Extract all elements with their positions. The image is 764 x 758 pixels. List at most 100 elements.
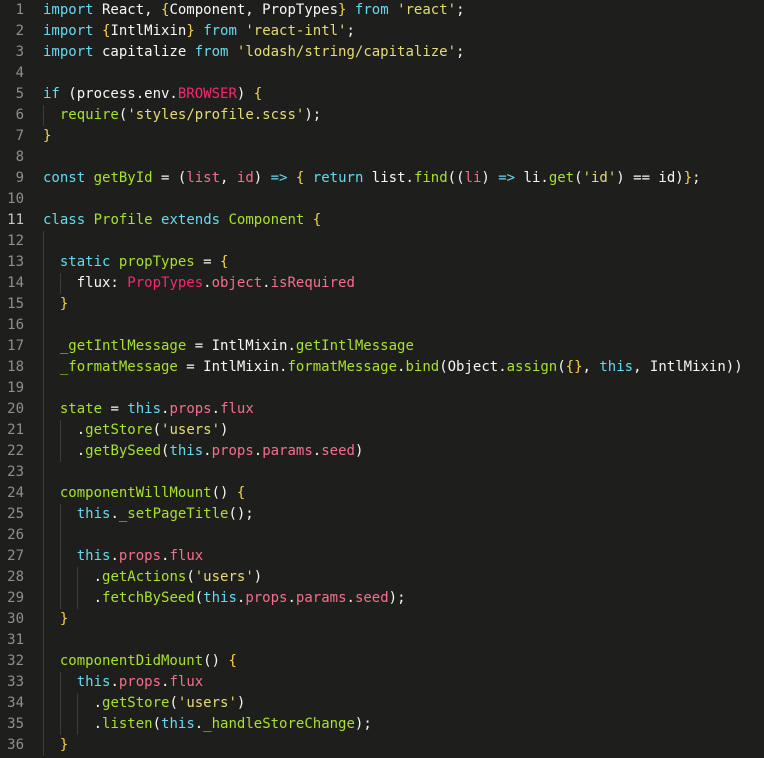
- code-token: if: [43, 86, 60, 102]
- code-token: .: [43, 569, 103, 585]
- code-line[interactable]: 22 .getBySeed(this.props.params.seed): [0, 441, 764, 462]
- code-line[interactable]: 16: [0, 315, 764, 336]
- code-token: (: [194, 590, 204, 606]
- code-line[interactable]: 1 import React, {Component, PropTypes} fr…: [0, 0, 764, 21]
- code-token: this: [76, 548, 111, 564]
- code-token: ;: [692, 170, 701, 186]
- code-line[interactable]: 17 _getIntlMessage = IntlMixin.getIntlMe…: [0, 336, 764, 357]
- line-number: 36: [7, 737, 24, 753]
- line-number: 12: [7, 233, 24, 249]
- code-token: this: [169, 443, 204, 459]
- code-text: require('styles/profile.scss');: [43, 105, 321, 126]
- code-token: (: [152, 716, 162, 732]
- code-line[interactable]: 31: [0, 630, 764, 651]
- code-line[interactable]: 12: [0, 231, 764, 252]
- line-number: 21: [7, 422, 24, 438]
- code-line[interactable]: 8: [0, 147, 764, 168]
- line-number: 27: [7, 548, 24, 564]
- code-token: {: [312, 212, 322, 228]
- code-token: =>: [270, 170, 288, 186]
- code-token: ,: [220, 170, 237, 186]
- code-line[interactable]: 36 }: [0, 735, 764, 756]
- code-token: from: [203, 23, 237, 39]
- code-text: componentDidMount() {: [43, 651, 237, 672]
- code-token: {: [228, 653, 237, 669]
- code-line[interactable]: 10: [0, 189, 764, 210]
- code-token: , IntlMixin)): [633, 359, 743, 375]
- code-token: IntlMixin: [110, 23, 187, 39]
- code-editor[interactable]: 1 import React, {Component, PropTypes} fr…: [0, 0, 764, 758]
- code-text: }: [43, 609, 68, 630]
- code-text: import {IntlMixin} from 'react-intl';: [43, 21, 355, 42]
- code-line[interactable]: 21 .getStore('users'): [0, 420, 764, 441]
- code-line[interactable]: 5 if (process.env.BROWSER) {: [0, 84, 764, 105]
- code-line[interactable]: 15 }: [0, 294, 764, 315]
- code-token: .: [43, 590, 103, 606]
- code-line[interactable]: 4: [0, 63, 764, 84]
- code-token: componentWillMount: [59, 485, 212, 501]
- code-text: .getActions('users'): [43, 567, 263, 588]
- line-number: 15: [7, 296, 24, 312]
- code-line[interactable]: 32 componentDidMount() {: [0, 651, 764, 672]
- code-token: ): [253, 170, 271, 186]
- code-text: }: [43, 735, 68, 756]
- code-line[interactable]: 26: [0, 525, 764, 546]
- code-token: this: [127, 401, 162, 417]
- code-line[interactable]: 23: [0, 462, 764, 483]
- code-token: {}: [565, 359, 583, 375]
- code-line[interactable]: 20 state = this.props.flux: [0, 399, 764, 420]
- line-number: 20: [7, 401, 24, 417]
- code-line[interactable]: 29 .fetchBySeed(this.props.params.seed);: [0, 588, 764, 609]
- code-token: =: [194, 254, 221, 270]
- code-line[interactable]: 3 import capitalize from 'lodash/string/c…: [0, 42, 764, 63]
- line-number: 31: [7, 632, 24, 648]
- code-line[interactable]: 18 _formatMessage = IntlMixin.formatMess…: [0, 357, 764, 378]
- code-line[interactable]: 11 class Profile extends Component {: [0, 210, 764, 231]
- code-token: ;: [456, 44, 465, 60]
- code-token: (: [557, 359, 566, 375]
- code-text: .getStore('users'): [43, 420, 229, 441]
- line-number: 13: [7, 254, 24, 270]
- code-line[interactable]: 35 .listen(this._handleStoreChange);: [0, 714, 764, 735]
- code-token: getBySeed: [85, 443, 162, 459]
- code-token: static: [59, 254, 111, 270]
- code-token: .: [43, 422, 86, 438]
- code-token: .: [287, 590, 296, 606]
- code-line[interactable]: 14 flux: PropTypes.object.isRequired: [0, 273, 764, 294]
- code-text: import React, {Component, PropTypes} fro…: [43, 0, 465, 21]
- code-token: this: [161, 716, 195, 732]
- code-line[interactable]: 34 .getStore('users'): [0, 693, 764, 714]
- code-line[interactable]: 19: [0, 378, 764, 399]
- code-line[interactable]: 2 import {IntlMixin} from 'react-intl';: [0, 21, 764, 42]
- line-number: 28: [7, 569, 24, 585]
- code-token: flux:: [43, 275, 128, 291]
- code-line[interactable]: 9 const getById = (list, id) => { return …: [0, 168, 764, 189]
- code-token: (): [203, 653, 229, 669]
- code-line[interactable]: 28 .getActions('users'): [0, 567, 764, 588]
- code-token: fetchBySeed: [102, 590, 195, 606]
- code-token: );: [354, 716, 372, 732]
- code-text: _formatMessage = IntlMixin.formatMessage…: [43, 357, 743, 378]
- code-token: .: [253, 443, 263, 459]
- line-number: 3: [15, 44, 24, 60]
- code-token: ): [481, 170, 499, 186]
- code-line[interactable]: 27 this.props.flux: [0, 546, 764, 567]
- code-line[interactable]: 13 static propTypes = {: [0, 252, 764, 273]
- code-line[interactable]: 33 this.props.flux: [0, 672, 764, 693]
- code-line[interactable]: 7}: [0, 126, 764, 147]
- line-number: 35: [7, 716, 24, 732]
- code-token: (): [211, 485, 237, 501]
- code-line[interactable]: 25 this._setPageTitle();: [0, 504, 764, 525]
- line-number: 14: [7, 275, 24, 291]
- code-text: componentWillMount() {: [43, 483, 245, 504]
- code-line[interactable]: 6 require('styles/profile.scss');: [0, 105, 764, 126]
- code-token: 'users': [177, 695, 237, 711]
- code-line[interactable]: 30 }: [0, 609, 764, 630]
- code-line[interactable]: 24 componentWillMount() {: [0, 483, 764, 504]
